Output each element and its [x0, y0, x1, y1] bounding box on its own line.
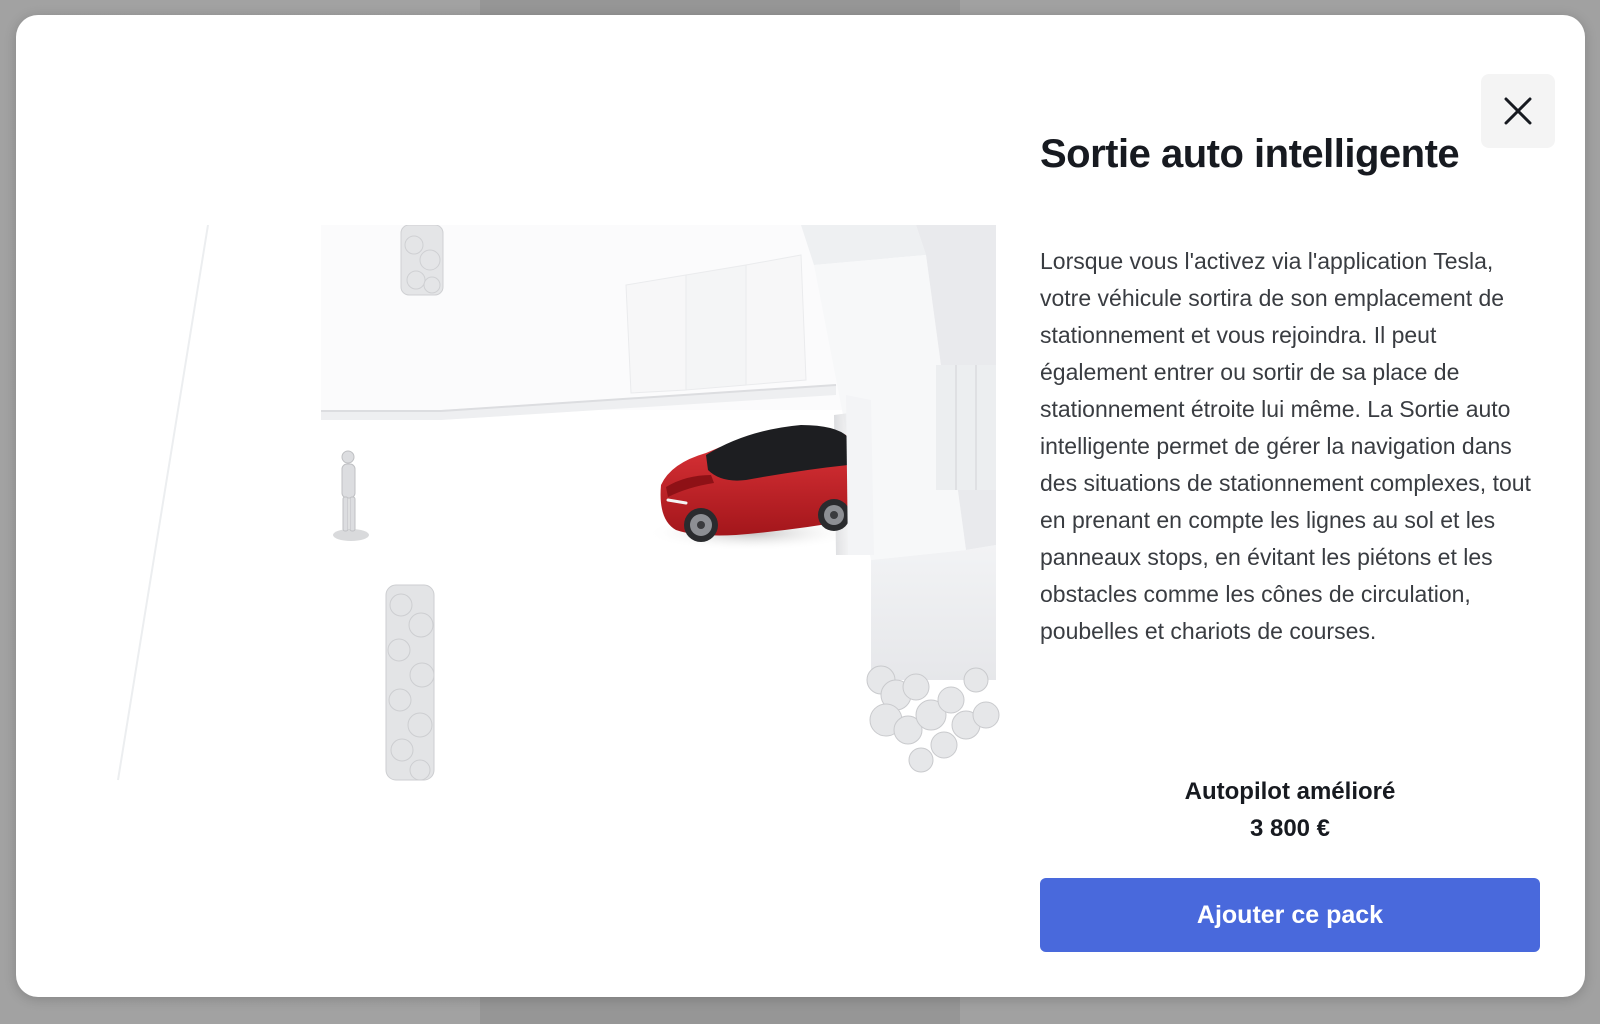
parking-lot-illustration: [96, 225, 1012, 800]
close-icon: [1504, 97, 1532, 125]
close-button[interactable]: [1481, 74, 1555, 148]
package-price: 3 800 €: [1249, 815, 1331, 842]
modal-title: Sortie auto intelligente: [1040, 132, 1460, 176]
add-package-button[interactable]: Ajouter ce pack: [1040, 878, 1540, 952]
feature-modal: Sortie auto intelligente Lorsque vous l'…: [16, 15, 1585, 997]
package-name: Autopilot amélioré: [1184, 778, 1396, 805]
feature-description: Lorsque vous l'activez via l'application…: [1040, 248, 1531, 644]
